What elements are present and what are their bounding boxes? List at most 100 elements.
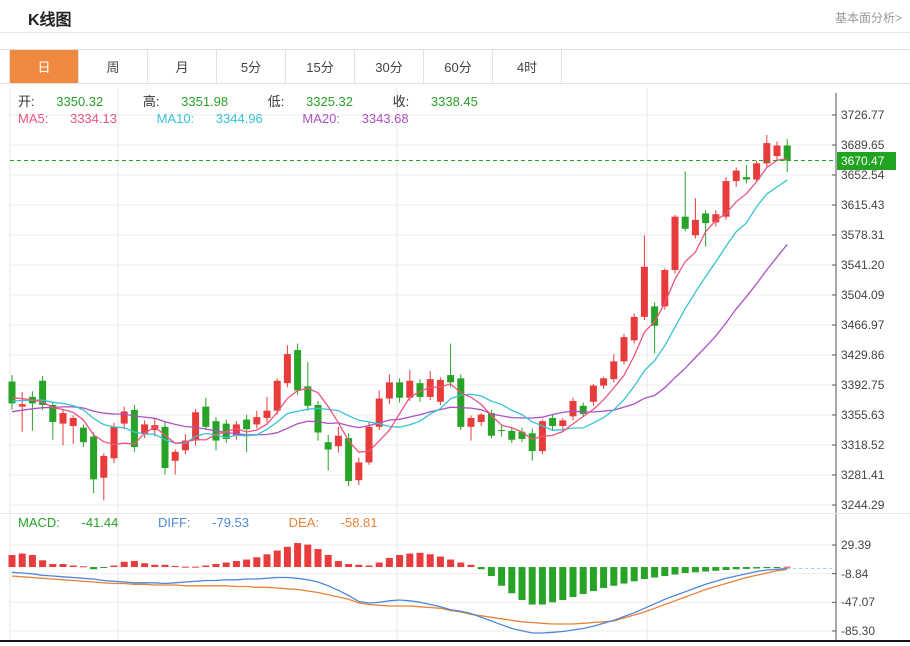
candle-body [570,401,577,416]
candle-body [702,213,709,223]
candle-body [325,442,332,449]
macd-bar [784,567,791,568]
macd-bar [121,562,128,567]
macd-bar [600,567,607,588]
macd-bar [570,567,577,597]
macd-bar [223,563,230,567]
candle-body [753,163,760,179]
macd-bar [131,561,138,567]
candle-body [437,380,444,402]
axis-tick-label: -85.30 [841,625,875,637]
axis-tick-label: 3726.77 [841,109,884,121]
candle-body [621,337,628,361]
candle-body [253,417,260,424]
ma10-value: 3344.96 [216,111,263,126]
tab-week[interactable]: 周 [79,50,148,83]
macd-bar [631,567,638,581]
ma-info-row: MA5: 3334.13 MA10: 3344.96 MA20: 3343.68 [18,111,445,126]
macd-bar [80,566,87,567]
fundamental-analysis-link[interactable]: 基本面分析> [835,9,902,26]
candle-body [682,217,689,229]
candle-body [264,411,271,418]
axis-tick-label: 3578.31 [841,229,884,241]
period-tabstrip: 日 周 月 5分 15分 30分 60分 4时 [0,49,910,84]
candle-body [672,217,679,270]
macd-bar [315,549,322,567]
candle-body [661,270,668,306]
tab-5min[interactable]: 5分 [217,50,286,83]
tab-30min[interactable]: 30分 [355,50,424,83]
macd-bar [162,565,169,567]
macd-bar [478,567,485,569]
macd-bar [325,555,332,567]
axis-tick-label: -8.84 [841,568,868,580]
macd-bar [335,561,342,567]
macd-bar [355,565,362,567]
axis-tick-label: 3281.41 [841,469,884,481]
close-label: 收: [393,94,410,109]
last-price-badge: 3670.47 [837,152,896,170]
axis-tick-label: 3504.09 [841,289,884,301]
macd-bar [774,567,781,568]
candle-body [488,413,495,436]
macd-bar [243,560,250,567]
macd-bar [468,565,475,567]
tab-60min[interactable]: 60分 [424,50,493,83]
ma20-value: 3343.68 [362,111,409,126]
axis-tick-label: 3318.52 [841,439,884,451]
macd-bar [111,566,118,567]
macd-bar [763,567,770,568]
candle-body [294,350,301,390]
axis-tick-label: 3392.75 [841,379,884,391]
candle-body [60,413,67,424]
macd-info-row: MACD: -41.44 DIFF: -79.53 DEA: -58.81 [18,515,413,530]
macd-bar [417,553,424,567]
tab-15min[interactable]: 15分 [286,50,355,83]
candle-body [243,420,250,430]
candle-body [355,462,362,480]
macd-bar [753,567,760,568]
macd-bar [590,567,597,591]
high-value: 3351.98 [181,94,228,109]
macd-bar [39,560,46,567]
tab-month[interactable]: 月 [148,50,217,83]
candle-body [610,361,617,379]
macd-bar [661,567,668,576]
ohlc-info-row: 开: 3350.32 高: 3351.98 低: 3325.32 收: 3338… [18,91,514,110]
ma10-line [12,180,787,443]
macd-bar [488,567,495,576]
page-title: K线图 [28,6,72,30]
macd-bar [641,567,648,579]
diff-value: -79.53 [212,515,249,530]
macd-bar [437,557,444,567]
macd-bar [253,557,260,567]
candle-body [478,415,485,422]
macd-bar [49,564,56,567]
macd-bar [182,567,189,568]
candle-body [202,407,209,427]
candle-body [743,177,750,179]
candle-body [600,378,607,385]
macd-bar [733,567,740,569]
axis-tick-label: 3466.97 [841,319,884,331]
macd-bar [651,567,658,577]
diff-line [12,569,787,634]
axis-tick-label: 3429.86 [841,349,884,361]
dea-label: DEA: [289,515,319,530]
macd-bar [90,567,97,569]
macd-bar [172,566,179,567]
candle-body [70,418,77,426]
axis-tick-label: 3689.65 [841,139,884,151]
kline-chart-svg[interactable] [0,85,910,646]
macd-bar [386,558,393,567]
macd-value: -41.44 [82,515,119,530]
ma5-label: MA5: [18,111,48,126]
macd-bar [100,567,107,568]
macd-bar [264,554,271,567]
ma5-value: 3334.13 [70,111,117,126]
macd-bar [345,564,352,567]
tab-4hour[interactable]: 4时 [493,50,562,83]
ma10-label: MA10: [157,111,195,126]
candle-body [733,171,740,182]
tab-day[interactable]: 日 [10,50,79,83]
